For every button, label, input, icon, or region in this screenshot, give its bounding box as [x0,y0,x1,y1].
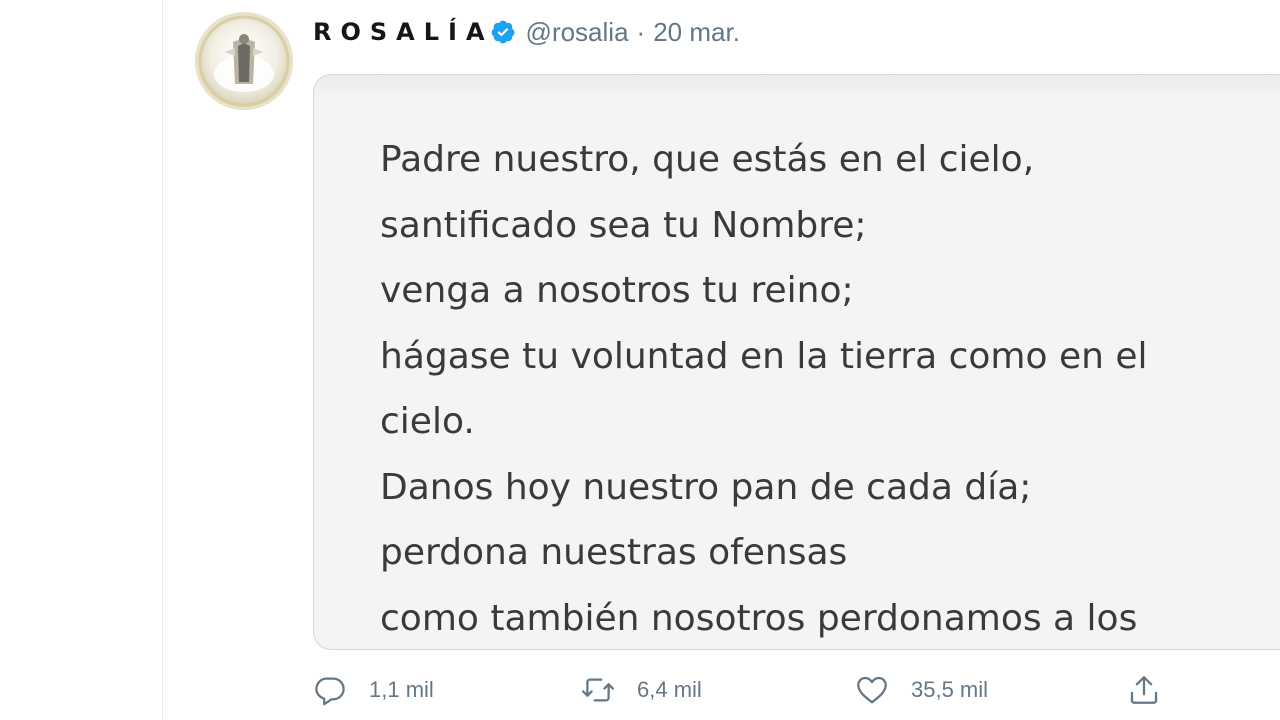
tweet[interactable]: ROSALÍA @rosalia · 20 mar. Padre nuestro… [163,0,1280,720]
avatar[interactable] [195,12,293,110]
verified-badge-icon [490,19,516,45]
reply-icon [315,677,345,706]
media-text-line: santificado sea tu Nombre; [380,204,867,246]
share-icon [1130,676,1158,704]
retweet-icon [581,678,615,702]
tweet-media-image[interactable]: Padre nuestro, que estás en el cielo, sa… [313,74,1280,650]
media-text-line: Padre nuestro, que estás en el cielo, [380,139,1035,180]
reply-button[interactable]: 1,1 mil [313,668,434,712]
like-button[interactable]: 35,5 mil [855,668,988,712]
display-name[interactable]: ROSALÍA [313,18,494,46]
retweet-count: 6,4 mil [637,677,702,702]
user-handle[interactable]: @rosalia [526,17,629,48]
media-text-line: perdona nuestras ofensas [380,532,848,573]
retweet-button[interactable]: 6,4 mil [581,668,702,712]
media-text-line: Danos hoy nuestro pan de cada día; [380,466,1032,508]
media-prayer-text: Padre nuestro, que estás en el cielo, sa… [380,127,1280,649]
heart-icon [857,676,887,704]
share-button[interactable] [1127,668,1183,712]
tweet-actions: 1,1 mil 6,4 mil 35,5 mil [313,668,1213,712]
media-text-line: como también nosotros perdonamos a los [380,597,1138,639]
like-count: 35,5 mil [911,677,989,702]
tweet-header: ROSALÍA @rosalia · 20 mar. [313,14,740,50]
tweet-date[interactable]: 20 mar. [653,17,740,48]
media-text-line: venga a nosotros tu reino; [380,270,854,311]
media-top-strip [314,75,1280,101]
left-navigation-rail [0,0,163,720]
media-text-line: cielo. [380,401,475,442]
avatar-image [198,15,290,107]
reply-count: 1,1 mil [369,677,434,702]
media-text-line: hágase tu voluntad en la tierra como en … [380,335,1148,377]
separator-dot: · [636,16,646,47]
